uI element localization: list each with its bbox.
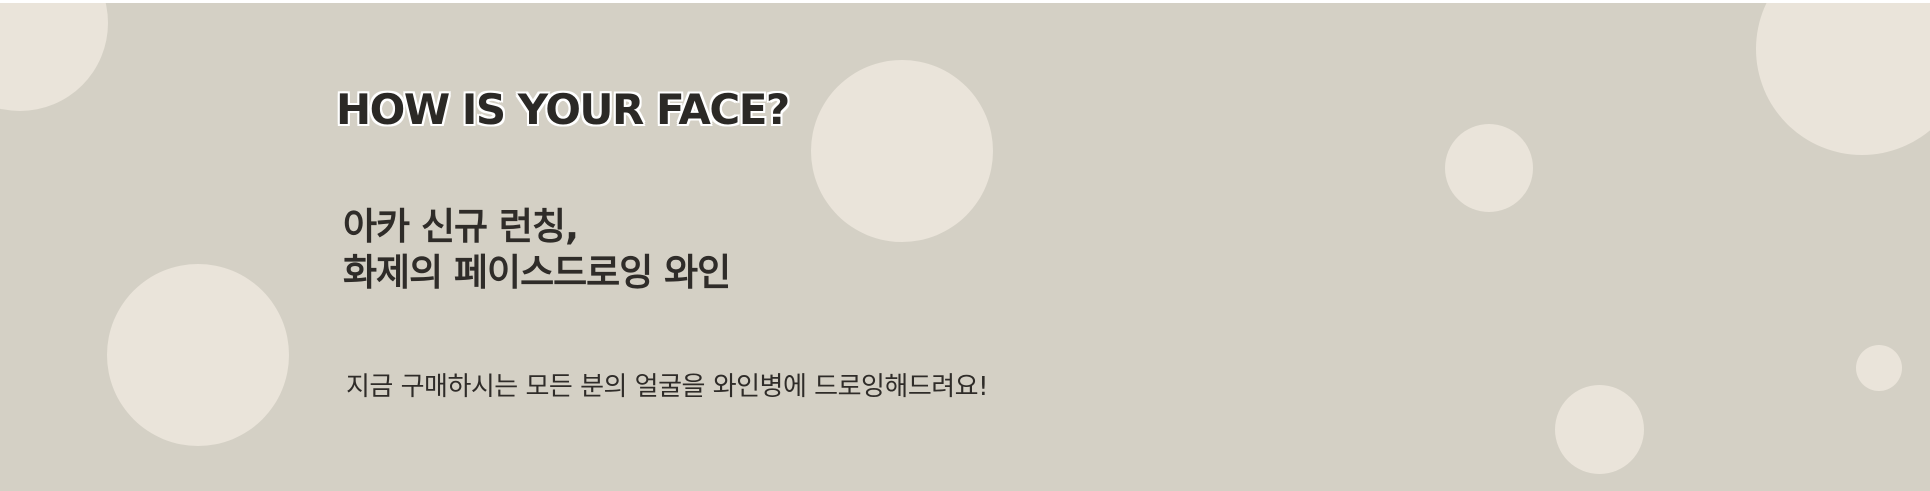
banner-description: 지금 구매하시는 모든 분의 얼굴을 와인병에 드로잉해드려요! [346, 372, 989, 402]
decorative-circle [0, 3, 108, 111]
decorative-circle [1856, 345, 1902, 391]
decorative-circle [811, 60, 993, 242]
decorative-circle [1756, 3, 1930, 155]
promo-banner: HOW IS YOUR FACE? 아카 신규 런칭, 화제의 페이스드로잉 와… [0, 3, 1930, 491]
decorative-circle [107, 264, 289, 446]
decorative-circle [1555, 385, 1644, 474]
decorative-circle [1445, 124, 1533, 212]
banner-subhead: 아카 신규 런칭, 화제의 페이스드로잉 와인 [343, 204, 731, 296]
subhead-line: 아카 신규 런칭, [343, 205, 579, 248]
banner-headline: HOW IS YOUR FACE? [336, 85, 790, 134]
subhead-line: 화제의 페이스드로잉 와인 [343, 251, 731, 294]
